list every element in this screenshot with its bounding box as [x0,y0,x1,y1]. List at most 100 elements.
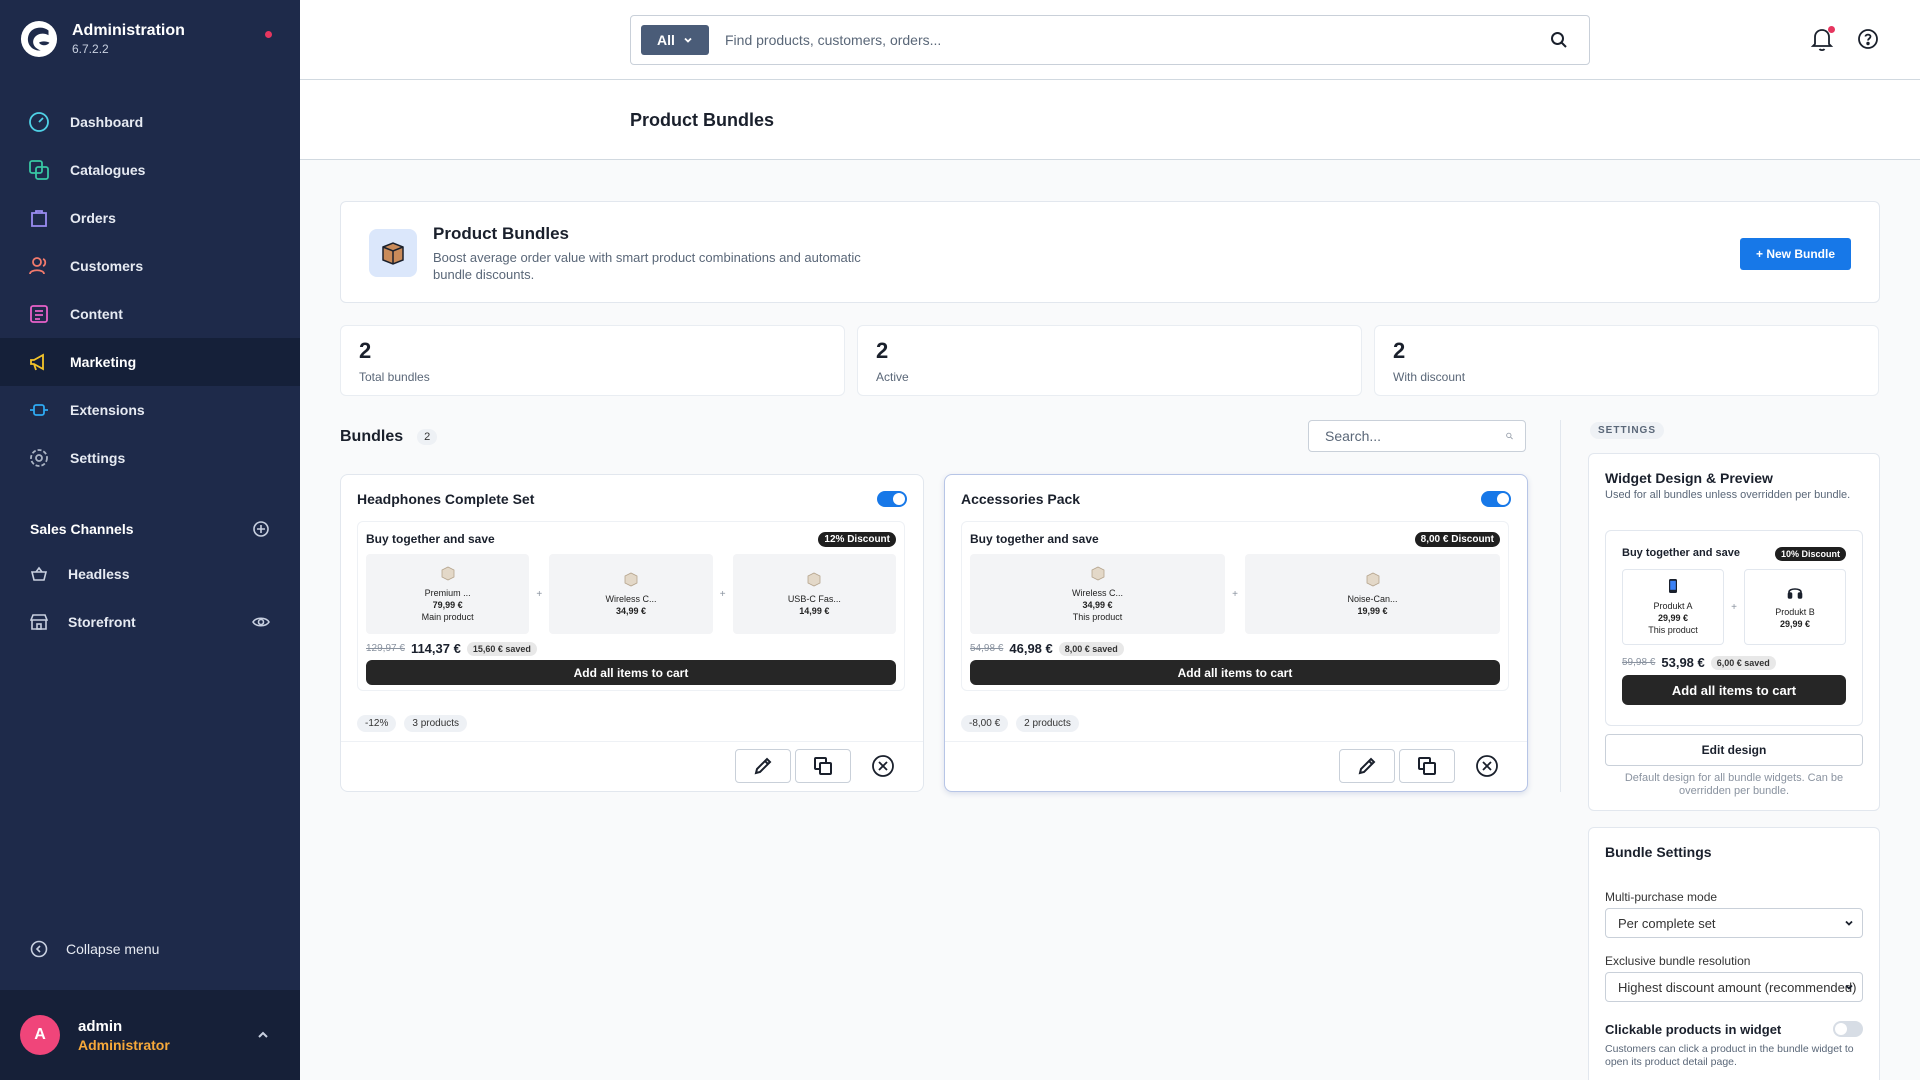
notifications-button[interactable] [1810,26,1835,57]
bundle-card[interactable]: Headphones Complete Set Buy together and… [340,474,924,792]
copy-icon [814,757,832,775]
bundle-tags: -8,00 € 2 products [961,715,1079,732]
preview-products: Produkt A 29,99 € This product + Produkt… [1622,569,1846,645]
widget-title: Buy together and save [1622,547,1740,559]
user-name: admin [78,1017,123,1035]
multi-purchase-select[interactable]: Per complete set [1605,908,1863,938]
search-icon[interactable] [1506,428,1513,444]
sales-channels-title: Sales Channels [30,521,134,537]
divider [1560,420,1561,792]
bundle-search-input[interactable] [1325,428,1506,444]
product-price: 14,99 € [799,606,830,616]
app-title: Administration [72,22,185,39]
product-name: Produkt B [1775,607,1815,617]
product-price: 34,99 € [615,606,646,616]
content-icon [28,303,50,325]
nav-item-marketing[interactable]: Marketing [0,338,300,386]
add-to-cart-button[interactable]: Add all items to cart [1622,675,1846,705]
nav-item-orders[interactable]: Orders [0,194,300,242]
user-role: Administrator [78,1036,170,1053]
page-title: Product Bundles [630,110,775,130]
pencil-icon [1358,757,1376,775]
bundle-active-toggle[interactable] [1481,491,1511,507]
sales-channels-header: Sales Channels [30,520,270,538]
user-menu[interactable]: A admin Administrator [0,990,300,1080]
orders-icon [28,207,50,229]
old-price: 54,98 € [970,643,1004,654]
settings-icon [28,447,50,469]
product-price: 79,99 € [432,600,463,610]
notification-badge [1828,26,1835,33]
product-name: Premium ... [424,588,471,598]
chevron-up-icon[interactable] [256,1028,270,1042]
exclusive-resolution-value: Highest discount amount (recommended) [1618,979,1857,995]
close-circle-icon [872,755,894,777]
add-to-cart-button[interactable]: Add all items to cart [970,660,1500,685]
nav-label: Orders [70,210,116,226]
product-image-icon [1366,572,1379,587]
brand[interactable]: Administration 6.7.2.2 [20,20,185,58]
discount-tag: -12% [357,715,397,732]
plus-icon: + [536,588,543,600]
edit-bundle-button[interactable] [735,749,791,783]
nav-item-extensions[interactable]: Extensions [0,386,300,434]
duplicate-bundle-button[interactable] [1399,749,1455,783]
discount-badge: 8,00 € Discount [1414,532,1500,547]
collapse-menu-button[interactable]: Collapse menu [30,940,159,958]
help-button[interactable] [1856,26,1880,57]
bundle-tags: -12% 3 products [357,715,468,732]
add-circle-icon[interactable] [252,520,270,538]
add-to-cart-button[interactable]: Add all items to cart [366,660,896,685]
eye-icon[interactable] [252,613,270,631]
top-bar: All [300,0,1920,80]
duplicate-bundle-button[interactable] [795,749,851,783]
shopware-logo-icon [20,20,58,58]
stat-label: Total bundles [359,370,430,384]
stat-value: 2 [359,338,372,363]
widget-design-subtitle: Used for all bundles unless overridden p… [1605,489,1851,501]
bundles-header: Bundles 2 [340,428,438,446]
nav-item-catalogues[interactable]: Catalogues [0,146,300,194]
edit-design-button[interactable]: Edit design [1605,734,1863,766]
bundle-widget-preview: Buy together and save 8,00 € Discount Wi… [961,521,1509,691]
edit-bundle-button[interactable] [1339,749,1395,783]
product-price: 29,99 € [1779,619,1811,629]
delete-bundle-button[interactable] [868,751,898,781]
search-type-select[interactable]: All [641,25,709,55]
product-price: 34,99 € [1082,600,1113,610]
collapse-label: Collapse menu [66,941,160,957]
plus-icon: + [719,588,726,600]
sales-channel-storefront[interactable]: Storefront [0,598,300,646]
new-bundle-button[interactable]: + New Bundle [1739,238,1851,270]
status-dot [265,31,272,38]
sales-channel-headless[interactable]: Headless [0,550,300,598]
storefront-icon [30,614,48,630]
chevron-down-icon [1845,920,1853,926]
product-tile: Produkt B 29,99 € [1744,569,1846,645]
nav-item-settings[interactable]: Settings [0,434,300,482]
search-input[interactable] [725,32,1539,48]
nav-item-customers[interactable]: Customers [0,242,300,290]
top-icons [1810,26,1880,57]
nav-label: Customers [70,258,144,274]
nav-label: Extensions [70,402,145,418]
bundle-search [1308,420,1526,452]
exclusive-resolution-label: Exclusive bundle resolution [1605,954,1751,968]
discount-badge: 12% Discount [818,532,896,547]
card-footer [341,741,923,742]
discount-tag: -8,00 € [961,715,1009,732]
basket-icon [30,566,48,581]
search-button[interactable] [1539,31,1579,49]
bundle-active-toggle[interactable] [877,491,907,507]
product-name: Wireless C... [1071,588,1123,598]
widget-preview: Buy together and save 10% Discount Produ… [1605,530,1863,726]
bundle-card[interactable]: Accessories Pack Buy together and save 8… [944,474,1528,792]
nav-item-dashboard[interactable]: Dashboard [0,98,300,146]
product-tile: USB-C Fas... 14,99 € [732,554,896,634]
nav-item-content[interactable]: Content [0,290,300,338]
clickable-products-toggle[interactable] [1833,1021,1863,1037]
stat-with-discount: 2 With discount [1374,325,1879,396]
exclusive-resolution-select[interactable]: Highest discount amount (recommended) [1605,972,1863,1002]
delete-bundle-button[interactable] [1472,751,1502,781]
sales-channel-label: Headless [68,566,130,582]
